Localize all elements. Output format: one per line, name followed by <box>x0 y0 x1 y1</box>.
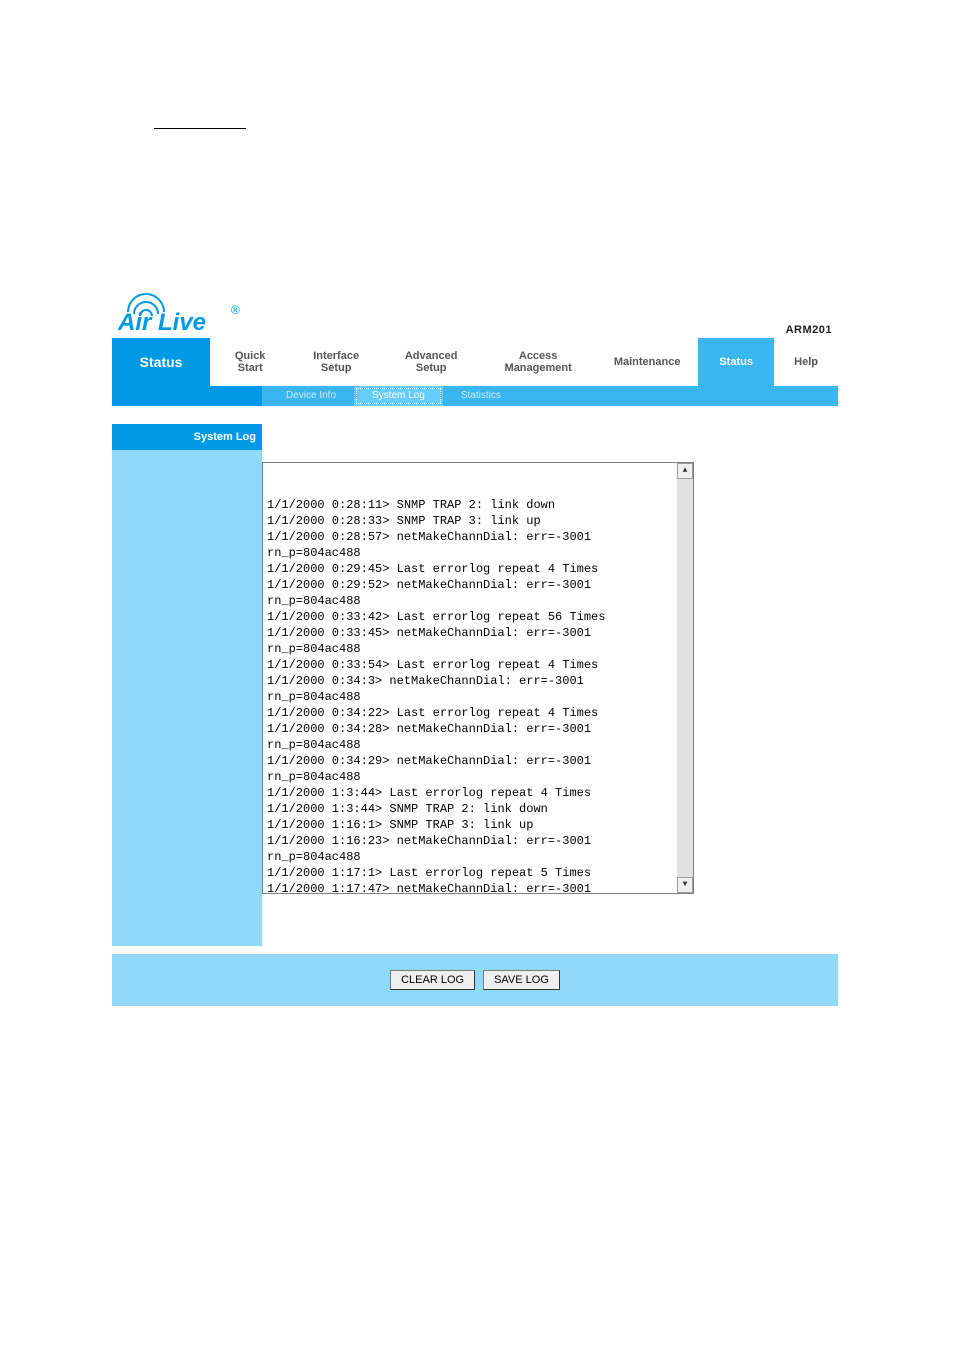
save-log-button[interactable]: SAVE LOG <box>483 970 560 990</box>
section-label-system-log: System Log <box>112 424 262 450</box>
tab-interface-setup[interactable]: InterfaceSetup <box>290 338 382 386</box>
scrollbar[interactable]: ▲ ▼ <box>677 463 693 893</box>
main-tabs: QuickStart InterfaceSetup AdvancedSetup … <box>210 338 838 386</box>
svg-text:®: ® <box>231 303 240 317</box>
brand-logo: Air Live ® <box>118 290 268 334</box>
tab-advanced-setup[interactable]: AdvancedSetup <box>382 338 480 386</box>
tab-quick-start[interactable]: QuickStart <box>210 338 290 386</box>
subtab-device-info[interactable]: Device Info <box>262 386 354 406</box>
page-heading: Status <box>112 338 210 386</box>
system-log-content: 1/1/2000 0:28:11> SNMP TRAP 2: link down… <box>263 495 693 894</box>
clear-log-button[interactable]: CLEAR LOG <box>390 970 475 990</box>
tab-access-management[interactable]: AccessManagement <box>480 338 596 386</box>
tab-status[interactable]: Status <box>698 338 774 386</box>
tab-help[interactable]: Help <box>774 338 838 386</box>
svg-text:Air Live: Air Live <box>118 309 206 334</box>
system-log-textarea[interactable]: 1/1/2000 0:28:11> SNMP TRAP 2: link down… <box>262 462 694 894</box>
subtab-system-log[interactable]: System Log <box>354 386 443 406</box>
sub-tabs: Device Info System Log Statistics <box>262 386 838 406</box>
scroll-up-icon[interactable]: ▲ <box>677 463 693 479</box>
subtab-statistics[interactable]: Statistics <box>443 386 519 406</box>
tab-maintenance[interactable]: Maintenance <box>596 338 698 386</box>
scroll-down-icon[interactable]: ▼ <box>677 877 693 893</box>
model-label: ARM201 <box>786 324 832 336</box>
